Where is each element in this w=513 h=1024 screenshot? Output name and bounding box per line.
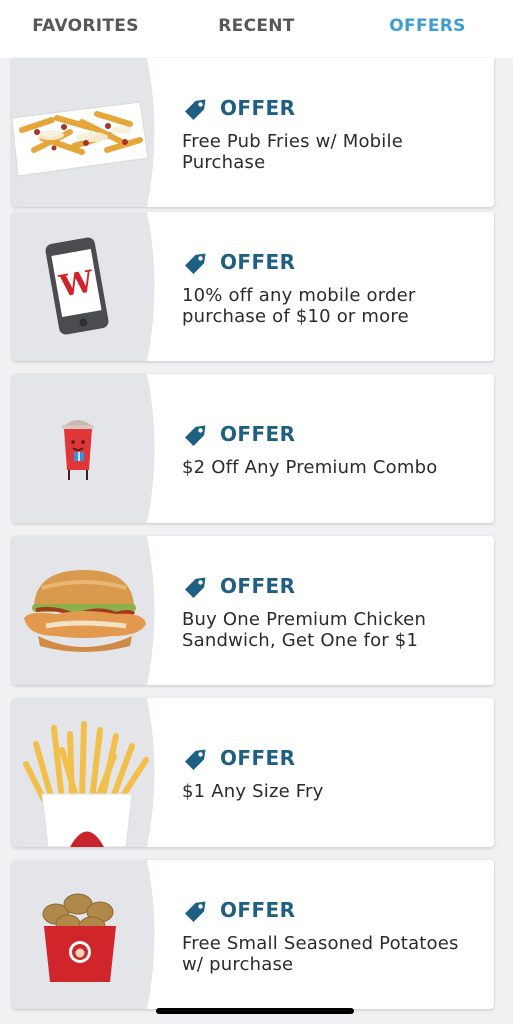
chicken-sandwich-image [24, 570, 146, 652]
offer-card-media [12, 860, 162, 1009]
offer-card-pub-fries[interactable]: OFFER Free Pub Fries w/ Mobile Purchase [12, 58, 494, 207]
offer-label: OFFER [220, 897, 296, 922]
price-tag-icon [184, 99, 206, 120]
fries-carton-image [23, 721, 149, 847]
offer-description: $1 Any Size Fry [182, 781, 324, 802]
offer-label: OFFER [220, 746, 296, 770]
offer-card-media [12, 698, 162, 847]
offer-card-chicken-sandwich[interactable]: OFFER Buy One Premium Chicken Sandwich, … [12, 536, 494, 685]
price-tag-icon [184, 749, 206, 771]
offer-description: Free Small Seasoned Potatoes w/ purchase [182, 932, 459, 975]
home-indicator[interactable] [156, 1008, 354, 1014]
price-tag-icon [184, 425, 206, 447]
offer-card-body: OFFER $1 Any Size Fry [182, 698, 482, 847]
offer-label: OFFER [220, 422, 296, 446]
tab-recent[interactable]: RECENT [171, 0, 342, 58]
pub-fries-image [12, 101, 148, 177]
offer-label: OFFER [220, 573, 296, 598]
offer-card-body: OFFER 10% off any mobile order purchase … [182, 212, 482, 361]
offer-card-any-size-fry[interactable]: OFFER $1 Any Size Fry [12, 698, 494, 847]
frosty-cup-mascot-image [62, 420, 94, 480]
offer-card-media [12, 58, 162, 207]
offer-card-seasoned-potatoes[interactable]: OFFER Free Small Seasoned Potatoes w/ pu… [12, 860, 494, 1009]
offer-card-mobile-order[interactable]: W OFFER 10% off any mobile order purchas… [12, 212, 494, 361]
price-tag-icon [184, 577, 206, 598]
offer-card-media [12, 536, 162, 685]
offer-label: OFFER [220, 95, 296, 120]
seasoned-potatoes-image [42, 893, 116, 982]
offer-header: OFFER [182, 93, 482, 123]
tab-favorites[interactable]: FAVORITES [0, 0, 171, 58]
mobile-phone-w-image: W [45, 237, 109, 335]
offer-card-premium-combo[interactable]: OFFER $2 Off Any Premium Combo [12, 374, 494, 523]
offer-header: OFFER [182, 247, 482, 277]
tab-bar: FAVORITES RECENT OFFERS [0, 0, 513, 58]
offer-card-body: OFFER Free Small Seasoned Potatoes w/ pu… [182, 860, 482, 1009]
offer-description: Free Pub Fries w/ Mobile Purchase [182, 130, 403, 173]
offer-card-body: OFFER $2 Off Any Premium Combo [182, 374, 482, 523]
offer-header: OFFER [182, 743, 482, 773]
offer-description: $2 Off Any Premium Combo [182, 457, 438, 478]
offer-header: OFFER [182, 419, 482, 449]
offer-card-media: W [12, 212, 162, 361]
offer-card-body: OFFER Buy One Premium Chicken Sandwich, … [182, 536, 482, 685]
offer-header: OFFER [182, 571, 482, 601]
price-tag-icon [184, 253, 206, 274]
tab-offers[interactable]: OFFERS [342, 0, 513, 58]
offer-label: OFFER [220, 249, 296, 274]
offer-description: Buy One Premium Chicken Sandwich, Get On… [182, 608, 427, 651]
offer-card-media [12, 374, 162, 523]
offer-card-body: OFFER Free Pub Fries w/ Mobile Purchase [182, 58, 482, 207]
price-tag-icon [184, 901, 206, 922]
offer-description: 10% off any mobile order purchase of $10… [182, 284, 416, 327]
offer-header: OFFER [182, 895, 482, 925]
